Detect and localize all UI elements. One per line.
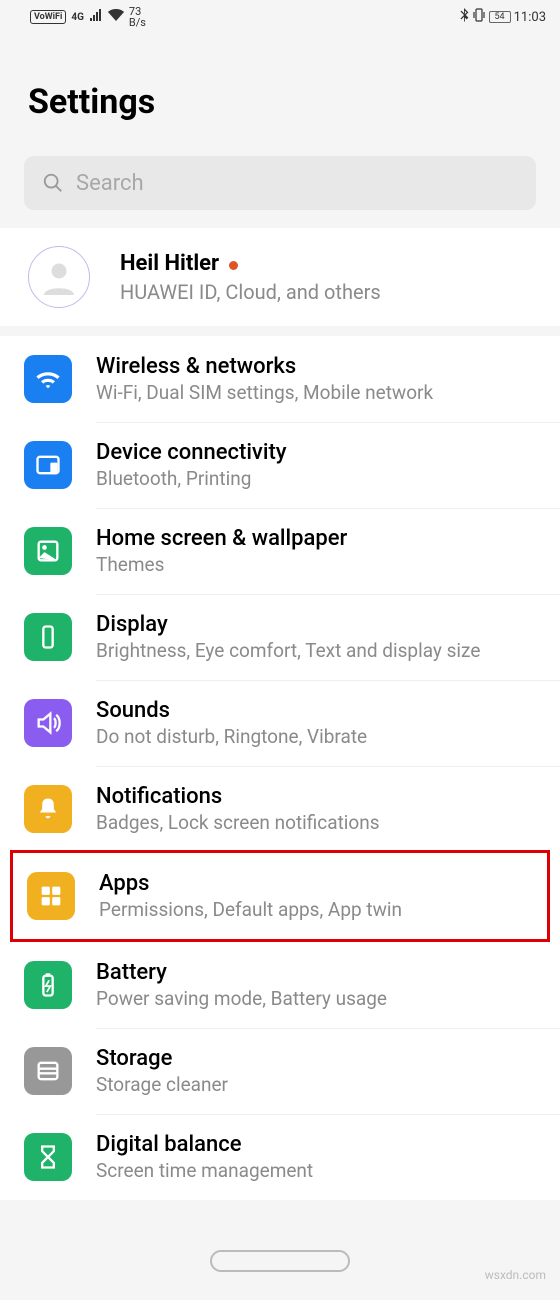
row-device-connectivity[interactable]: Device connectivity Bluetooth, Printing (0, 422, 560, 508)
row-digital-balance[interactable]: Digital balance Screen time management (0, 1114, 560, 1200)
status-right: 54 11:03 (459, 8, 547, 26)
battery-icon (24, 961, 72, 1009)
storage-icon (24, 1047, 72, 1095)
row-title: Sounds (96, 698, 532, 723)
row-storage[interactable]: Storage Storage cleaner (0, 1028, 560, 1114)
row-battery[interactable]: Battery Power saving mode, Battery usage (0, 942, 560, 1028)
apps-highlight: Apps Permissions, Default apps, App twin (10, 850, 550, 942)
row-title: Notifications (96, 784, 532, 809)
row-sub: Bluetooth, Printing (96, 467, 532, 490)
bluetooth-icon (459, 8, 469, 26)
account-name: Heil Hitler (120, 251, 219, 276)
row-sub: Do not disturb, Ringtone, Vibrate (96, 725, 532, 748)
hourglass-icon (24, 1133, 72, 1181)
row-title: Device connectivity (96, 440, 532, 465)
avatar-icon (41, 259, 77, 295)
nav-pill[interactable] (210, 1250, 350, 1272)
account-row[interactable]: Heil Hitler HUAWEI ID, Cloud, and others (0, 228, 560, 326)
search-icon (42, 172, 64, 194)
device-icon (24, 441, 72, 489)
navigation-bar (0, 1250, 560, 1272)
row-sub: Storage cleaner (96, 1073, 532, 1096)
row-sub: Brightness, Eye comfort, Text and displa… (96, 639, 532, 662)
row-sub: Screen time management (96, 1159, 532, 1182)
vibrate-icon (472, 8, 486, 26)
account-sub: HUAWEI ID, Cloud, and others (120, 280, 381, 304)
avatar (28, 246, 90, 308)
row-sub: Power saving mode, Battery usage (96, 987, 532, 1010)
battery-level: 54 (489, 11, 511, 23)
row-home-wallpaper[interactable]: Home screen & wallpaper Themes (0, 508, 560, 594)
search-bar[interactable]: Search (24, 156, 536, 210)
search-container: Search (0, 150, 560, 220)
row-sub: Permissions, Default apps, App twin (99, 898, 519, 921)
row-title: Wireless & networks (96, 354, 532, 379)
row-notifications[interactable]: Notifications Badges, Lock screen notifi… (0, 766, 560, 852)
data-speed: 73B/s (129, 6, 146, 28)
row-title: Storage (96, 1046, 532, 1071)
wifi-icon (24, 355, 72, 403)
wifi-status-icon (108, 9, 124, 25)
row-sub: Wi-Fi, Dual SIM settings, Mobile network (96, 381, 532, 404)
row-title: Digital balance (96, 1132, 532, 1157)
notification-dot (229, 261, 238, 270)
row-wireless[interactable]: Wireless & networks Wi-Fi, Dual SIM sett… (0, 336, 560, 422)
row-sub: Themes (96, 553, 532, 576)
row-sub: Badges, Lock screen notifications (96, 811, 532, 834)
status-bar: VoWiFi 4G 73B/s 54 11:03 (0, 0, 560, 34)
row-display[interactable]: Display Brightness, Eye comfort, Text an… (0, 594, 560, 680)
status-left: VoWiFi 4G 73B/s (30, 6, 146, 28)
row-title: Battery (96, 960, 532, 985)
row-apps[interactable]: Apps Permissions, Default apps, App twin (13, 853, 547, 939)
signal-icon (89, 9, 103, 25)
settings-list: Wireless & networks Wi-Fi, Dual SIM sett… (0, 336, 560, 1200)
display-icon (24, 613, 72, 661)
wallpaper-icon (24, 527, 72, 575)
page-title: Settings (28, 82, 532, 122)
row-title: Apps (99, 871, 519, 896)
header: Settings (0, 34, 560, 150)
bell-icon (24, 785, 72, 833)
account-text: Heil Hitler HUAWEI ID, Cloud, and others (120, 251, 381, 304)
search-placeholder: Search (76, 171, 144, 196)
apps-icon (27, 872, 75, 920)
watermark: wsxdn.com (485, 1268, 546, 1282)
row-title: Display (96, 612, 532, 637)
network-type: 4G (71, 12, 84, 23)
row-sounds[interactable]: Sounds Do not disturb, Ringtone, Vibrate (0, 680, 560, 766)
sounds-icon (24, 699, 72, 747)
clock: 11:03 (514, 10, 546, 25)
row-title: Home screen & wallpaper (96, 526, 532, 551)
vowifi-badge: VoWiFi (30, 10, 66, 24)
